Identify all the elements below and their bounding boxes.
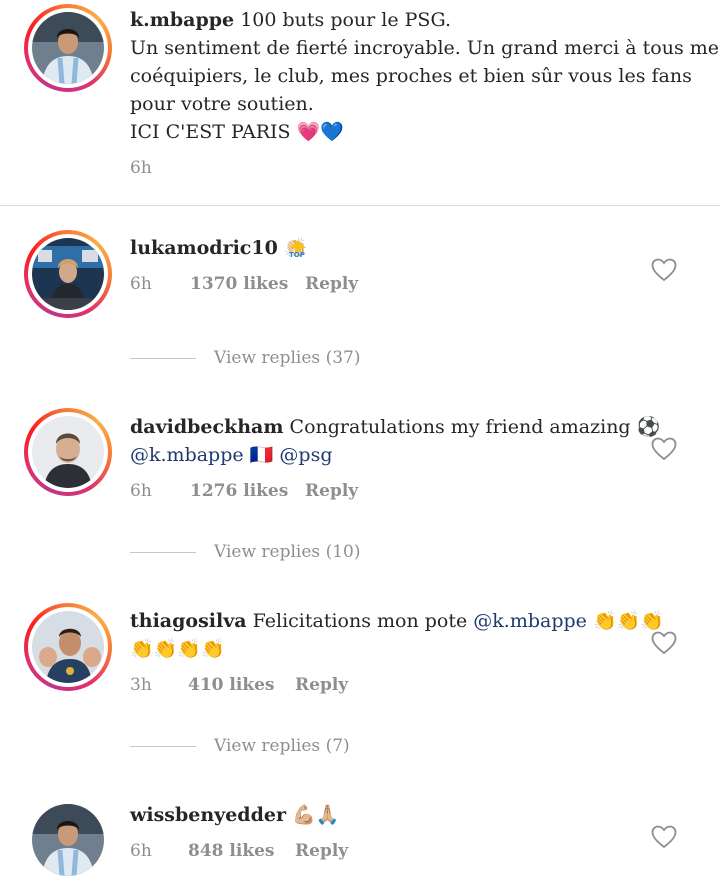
hearts-emoji: 💗💙 <box>296 121 344 143</box>
view-replies-button[interactable]: View replies (10) <box>214 542 360 562</box>
replies-line <box>130 357 196 359</box>
caption-text-line: 100 buts pour le PSG. <box>240 9 451 31</box>
heart-icon[interactable] <box>651 437 677 461</box>
caption-divider <box>0 205 720 206</box>
player-photo-icon <box>32 804 104 876</box>
comment-text: Felicitations mon pote <box>252 610 468 632</box>
top-badge-label: TOP <box>289 251 305 259</box>
caption-text-line: coéquipiers, le club, mes proches et bie… <box>130 65 692 87</box>
view-replies-button[interactable]: View replies (7) <box>214 736 350 756</box>
comment-avatar-ring[interactable] <box>24 603 112 691</box>
player-photo-icon <box>32 12 104 84</box>
avatar <box>32 416 104 488</box>
caption-avatar-ring[interactable] <box>24 4 112 92</box>
caption-time: 6h <box>130 158 152 178</box>
comment-likes[interactable]: 1276 likes <box>190 481 288 501</box>
user-photo-icon <box>32 238 104 310</box>
replies-line <box>130 745 196 747</box>
view-replies-button[interactable]: View replies (37) <box>214 348 360 368</box>
comment-line: @k.mbappe 🇫🇷 @psg <box>130 441 332 469</box>
comment-username[interactable]: davidbeckham <box>130 416 283 438</box>
comment-time: 6h <box>130 841 152 861</box>
reply-button[interactable]: Reply <box>305 274 358 294</box>
comment-avatar-ring[interactable] <box>24 230 112 318</box>
comment-time: 6h <box>130 274 152 294</box>
caption-line-5: ICI C'EST PARIS 💗💙 <box>130 118 344 146</box>
caption-username[interactable]: k.mbappe <box>130 9 234 31</box>
replies-line <box>130 551 196 553</box>
clap-emoji: 👏👏👏👏 <box>130 638 225 660</box>
comment-line: 👏👏👏👏 <box>130 635 225 663</box>
top-badge: TOP <box>288 238 308 262</box>
reply-button[interactable]: Reply <box>295 675 348 695</box>
view-replies-row[interactable]: View replies (10) <box>130 542 360 562</box>
comment-username[interactable]: thiagosilva <box>130 610 247 632</box>
comment-likes[interactable]: 410 likes <box>188 675 275 695</box>
avatar <box>32 611 104 683</box>
france-flag-emoji: 🇫🇷 <box>249 444 274 466</box>
comment-likes[interactable]: 1370 likes <box>190 274 288 294</box>
user-photo-icon <box>32 416 104 488</box>
caption-line-1: k.mbappe 100 buts pour le PSG. <box>130 6 451 34</box>
comment-time: 3h <box>130 675 152 695</box>
user-photo-icon <box>32 611 104 683</box>
caption-text-line: pour votre soutien. <box>130 93 314 115</box>
comment-time: 6h <box>130 481 152 501</box>
heart-icon[interactable] <box>651 631 677 655</box>
view-replies-row[interactable]: View replies (37) <box>130 348 360 368</box>
mention-link[interactable]: @k.mbappe <box>473 610 587 632</box>
caption-text-line: Un sentiment de fierté incroyable. Un gr… <box>130 37 720 59</box>
muscle-pray-emoji: 💪🏼🙏🏼 <box>292 804 340 826</box>
comment-username[interactable]: wissbenyedder <box>130 804 286 826</box>
comment-likes[interactable]: 848 likes <box>188 841 275 861</box>
mention-link[interactable]: @k.mbappe <box>130 444 244 466</box>
comment-line: davidbeckham Congratulations my friend a… <box>130 413 660 441</box>
comment-avatar-ring[interactable] <box>24 408 112 496</box>
heart-icon[interactable] <box>651 825 677 849</box>
comment-line: thiagosilva Felicitations mon pote @k.mb… <box>130 607 664 635</box>
view-replies-row[interactable]: View replies (7) <box>130 736 350 756</box>
caption-text-line: ICI C'EST PARIS <box>130 121 291 143</box>
avatar <box>32 238 104 310</box>
avatar[interactable] <box>32 804 104 876</box>
reply-button[interactable]: Reply <box>305 481 358 501</box>
comment-text: Congratulations my friend amazing <box>289 416 631 438</box>
comment-line: lukamodric10 👏🏻 <box>130 234 308 262</box>
comment-username[interactable]: lukamodric10 <box>130 237 278 259</box>
heart-icon[interactable] <box>651 258 677 282</box>
comment-line: wissbenyedder 💪🏼🙏🏼 <box>130 801 339 829</box>
mention-link[interactable]: @psg <box>279 444 332 466</box>
reply-button[interactable]: Reply <box>295 841 348 861</box>
avatar <box>32 12 104 84</box>
